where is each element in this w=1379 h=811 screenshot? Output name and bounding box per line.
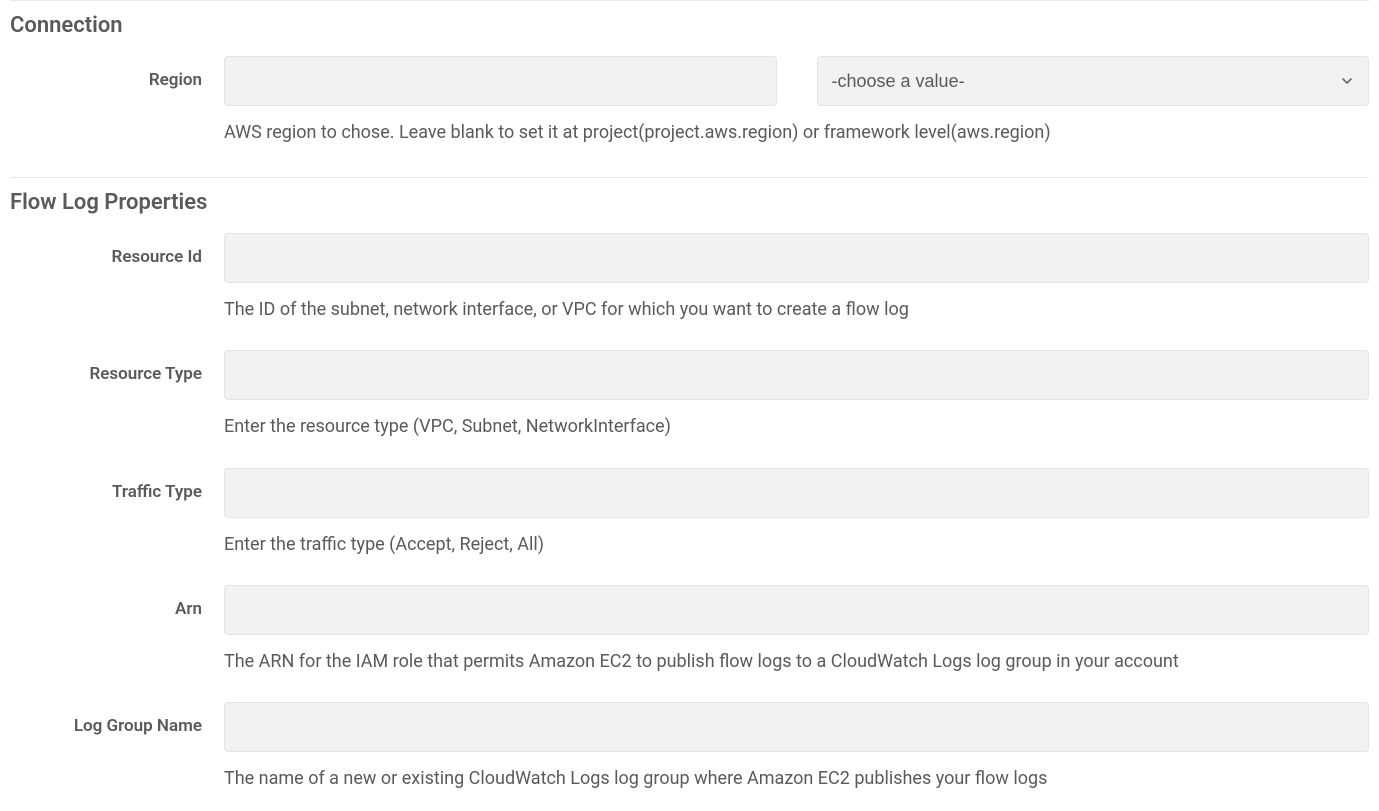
section-title-connection: Connection <box>10 13 1369 38</box>
section-flow-log: Flow Log Properties Resource Id The ID o… <box>10 177 1369 791</box>
log-group-name-input[interactable] <box>224 702 1369 752</box>
help-region: AWS region to chose. Leave blank to set … <box>224 120 1369 145</box>
label-traffic-type: Traffic Type <box>10 468 224 502</box>
label-region: Region <box>10 56 224 90</box>
help-traffic-type: Enter the traffic type (Accept, Reject, … <box>224 532 1369 557</box>
field-resource-type: Resource Type Enter the resource type (V… <box>10 350 1369 439</box>
field-region: Region -choose a value- AWS r <box>10 56 1369 145</box>
section-connection: Connection Region -choose a value- <box>10 0 1369 145</box>
resource-id-input[interactable] <box>224 233 1369 283</box>
arn-input[interactable] <box>224 585 1369 635</box>
field-traffic-type: Traffic Type Enter the traffic type (Acc… <box>10 468 1369 557</box>
region-select[interactable]: -choose a value- <box>817 56 1370 106</box>
help-resource-id: The ID of the subnet, network interface,… <box>224 297 1369 322</box>
help-log-group-name: The name of a new or existing CloudWatch… <box>224 766 1369 791</box>
label-resource-type: Resource Type <box>10 350 224 384</box>
traffic-type-input[interactable] <box>224 468 1369 518</box>
label-log-group-name: Log Group Name <box>10 702 224 736</box>
field-resource-id: Resource Id The ID of the subnet, networ… <box>10 233 1369 322</box>
field-log-group-name: Log Group Name The name of a new or exis… <box>10 702 1369 791</box>
region-input[interactable] <box>224 56 777 106</box>
field-arn: Arn The ARN for the IAM role that permit… <box>10 585 1369 674</box>
help-arn: The ARN for the IAM role that permits Am… <box>224 649 1369 674</box>
label-resource-id: Resource Id <box>10 233 224 267</box>
resource-type-input[interactable] <box>224 350 1369 400</box>
section-title-flow-log: Flow Log Properties <box>10 190 1369 215</box>
help-resource-type: Enter the resource type (VPC, Subnet, Ne… <box>224 414 1369 439</box>
label-arn: Arn <box>10 585 224 619</box>
